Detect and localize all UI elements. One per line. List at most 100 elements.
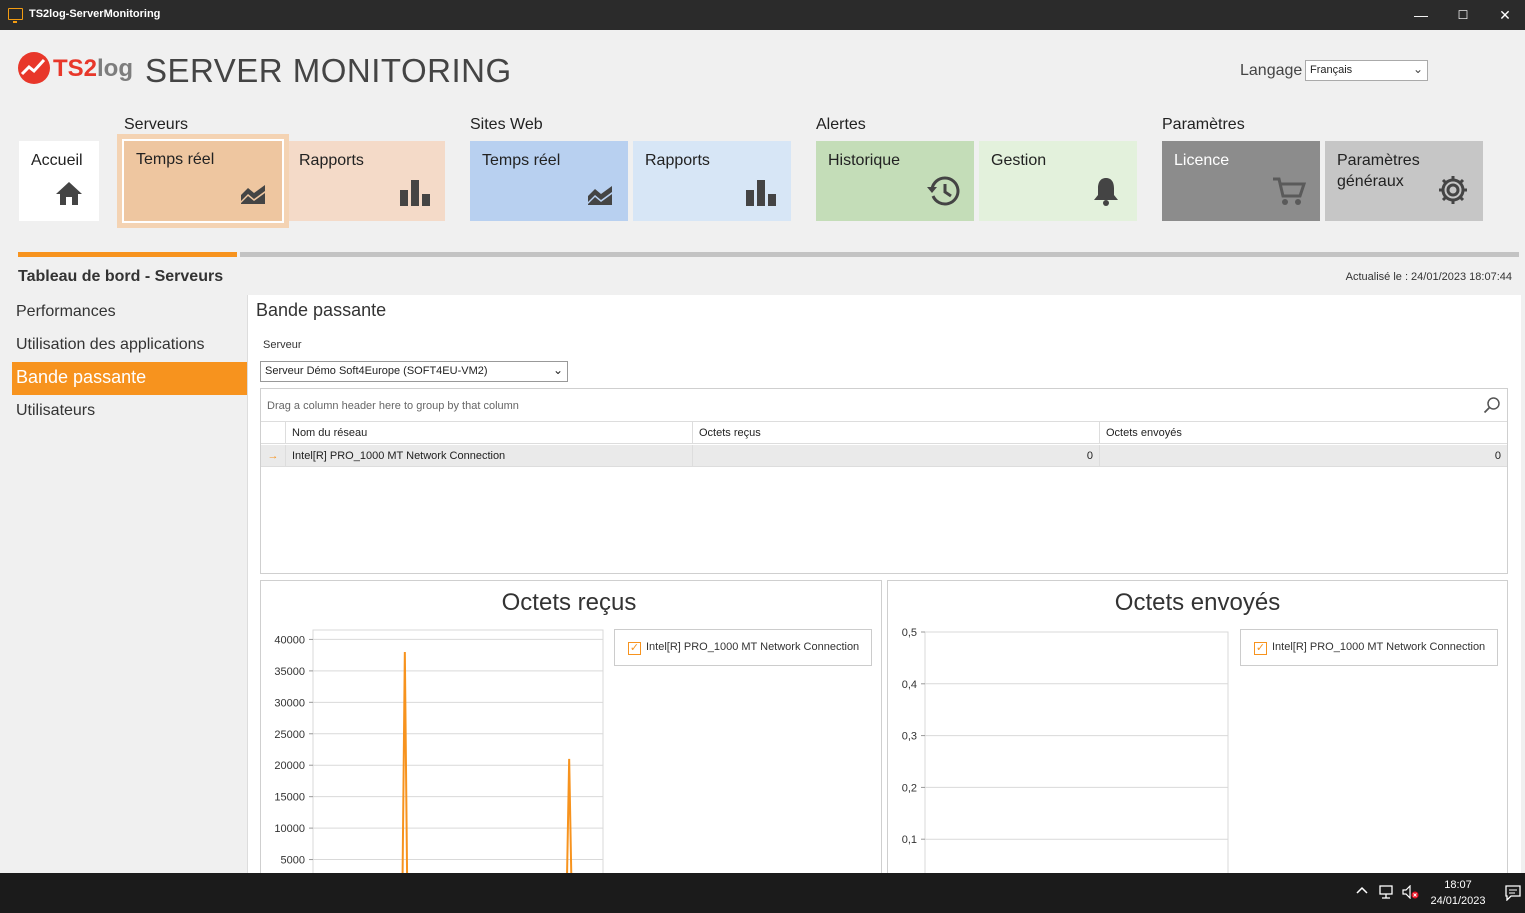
chevron-up-icon[interactable] <box>1356 883 1368 900</box>
column-header-octets-recus[interactable]: Octets reçus <box>693 422 1100 444</box>
y-tick-label: 15000 <box>274 792 305 804</box>
realtime-chart-icon <box>239 183 267 210</box>
taskbar-clock[interactable]: 18:07 24/01/2023 <box>1425 877 1491 909</box>
dashboard-title: Tableau de bord - Serveurs <box>18 268 224 285</box>
column-header-octets-envoyes[interactable]: Octets envoyés <box>1100 422 1507 444</box>
group-label-alertes: Alertes <box>816 116 866 133</box>
legend-series-label: Intel[R] PRO_1000 MT Network Connection <box>646 641 860 653</box>
tile-label: Temps réel <box>482 152 561 169</box>
sidenav-item-utilisation-applications[interactable]: Utilisation des applications <box>12 331 247 363</box>
close-button[interactable]: ✕ <box>1495 6 1515 24</box>
grid-header: Nom du réseau Octets reçus Octets envoyé… <box>261 422 1507 444</box>
table-row[interactable]: → Intel[R] PRO_1000 MT Network Connectio… <box>261 445 1507 467</box>
chevron-down-icon: ⌄ <box>552 363 563 377</box>
cart-icon <box>1272 176 1307 211</box>
chart-panel-octets-envoyes: Octets envoyés 00,10,20,30,40,516:0017:0… <box>887 580 1508 913</box>
minimize-button[interactable]: — <box>1411 6 1431 24</box>
history-icon <box>926 176 960 211</box>
sidenav-item-performances[interactable]: Performances <box>12 298 247 330</box>
taskbar-time: 18:07 <box>1444 879 1472 891</box>
group-label-parametres: Paramètres <box>1162 116 1245 133</box>
title-bar: TS2log-ServerMonitoring — ☐ ✕ <box>0 0 1525 30</box>
language-select[interactable]: Français ⌄ <box>1305 60 1428 81</box>
logo-circle-icon <box>18 52 50 84</box>
legend-series-label: Intel[R] PRO_1000 MT Network Connection <box>1272 641 1486 653</box>
search-icon[interactable] <box>1483 396 1501 414</box>
cell-octets-recus[interactable]: 0 <box>693 445 1100 467</box>
tab-active-indicator <box>18 252 237 257</box>
legend-checkbox-icon[interactable]: ✓ <box>1254 642 1267 655</box>
tile-serveurs-temps-reel[interactable]: Temps réel <box>117 134 289 228</box>
y-tick-label: 25000 <box>274 729 305 741</box>
tile-parametres-generaux[interactable]: Paramètres généraux <box>1325 141 1483 221</box>
tile-licence[interactable]: Licence <box>1162 141 1320 221</box>
chart-legend[interactable]: ✓ Intel[R] PRO_1000 MT Network Connectio… <box>614 629 872 666</box>
y-tick-label: 0,1 <box>902 834 917 846</box>
group-label-sites-web: Sites Web <box>470 116 543 133</box>
window-title: TS2log-ServerMonitoring <box>29 8 161 20</box>
server-value: Serveur Démo Soft4Europe (SOFT4EU-VM2) <box>265 365 488 377</box>
notification-icon[interactable] <box>1505 885 1523 904</box>
content-title: Bande passante <box>256 300 387 320</box>
y-tick-label: 30000 <box>274 697 305 709</box>
tile-label: Gestion <box>991 152 1047 169</box>
language-label: Langage <box>1240 62 1303 79</box>
y-tick-label: 35000 <box>274 666 305 678</box>
y-tick-label: 20000 <box>274 760 305 772</box>
row-indicator-icon: → <box>261 445 286 467</box>
realtime-chart-icon <box>586 184 614 211</box>
group-label-serveurs: Serveurs <box>124 116 189 133</box>
tile-label: Paramètres généraux <box>1337 152 1420 190</box>
tile-label: Temps réel <box>136 151 215 168</box>
series-line <box>313 652 620 892</box>
y-tick-label: 40000 <box>274 634 305 646</box>
tile-label: Licence <box>1174 152 1230 169</box>
taskbar-date: 24/01/2023 <box>1430 895 1486 907</box>
home-icon <box>54 180 84 211</box>
chart-legend[interactable]: ✓ Intel[R] PRO_1000 MT Network Connectio… <box>1240 629 1498 666</box>
group-panel[interactable]: Drag a column header here to group by th… <box>261 389 1507 422</box>
tab-bar <box>18 252 1519 257</box>
y-tick-label: 0,3 <box>902 731 917 743</box>
sidenav-item-utilisateurs[interactable]: Utilisateurs <box>12 397 247 429</box>
sidenav-item-bande-passante[interactable]: Bande passante <box>12 362 247 395</box>
y-tick-label: 0,4 <box>902 679 917 691</box>
y-tick-label: 10000 <box>274 823 305 835</box>
gear-icon <box>1437 174 1469 211</box>
volume-muted-icon[interactable] <box>1402 884 1420 902</box>
bar-chart-icon <box>745 178 777 211</box>
network-icon[interactable] <box>1379 885 1395 902</box>
taskbar: 18:07 24/01/2023 <box>0 873 1525 913</box>
tile-alertes-gestion[interactable]: Gestion <box>979 141 1137 221</box>
y-tick-label: 0,5 <box>902 627 917 639</box>
tile-serveurs-rapports[interactable]: Rapports <box>289 141 445 221</box>
tile-label: Accueil <box>31 152 83 169</box>
legend-checkbox-icon[interactable]: ✓ <box>628 642 641 655</box>
logo-text-ts2: TS2 <box>53 55 98 82</box>
tile-sites-rapports[interactable]: Rapports <box>633 141 791 221</box>
chart-panel-octets-recus: Octets reçus 050001000015000200002500030… <box>260 580 882 913</box>
tile-label: Rapports <box>299 152 364 169</box>
plot-area <box>924 631 1229 892</box>
last-updated: Actualisé le : 24/01/2023 18:07:44 <box>1345 271 1512 283</box>
language-value: Français <box>1310 64 1353 76</box>
network-grid: Drag a column header here to group by th… <box>260 388 1508 574</box>
tile-alertes-historique[interactable]: Historique <box>816 141 974 221</box>
y-tick-label: 0,2 <box>902 782 917 794</box>
server-label: Serveur <box>263 339 302 351</box>
bell-icon <box>1093 176 1119 211</box>
tile-sites-temps-reel[interactable]: Temps réel <box>470 141 628 221</box>
app-title: SERVER MONITORING <box>145 52 512 89</box>
server-select[interactable]: Serveur Démo Soft4Europe (SOFT4EU-VM2) ⌄ <box>260 361 568 382</box>
app-icon <box>8 8 23 23</box>
plot-area <box>312 629 604 892</box>
tile-label: Historique <box>828 152 901 169</box>
cell-octets-envoyes[interactable]: 0 <box>1100 445 1507 467</box>
logo-text-log: log <box>97 55 134 82</box>
bar-chart-icon <box>399 178 431 211</box>
cell-network-name[interactable]: Intel[R] PRO_1000 MT Network Connection <box>286 445 693 467</box>
column-header-nom-reseau[interactable]: Nom du réseau <box>286 422 693 444</box>
tile-accueil[interactable]: Accueil <box>19 141 99 221</box>
maximize-button[interactable]: ☐ <box>1453 6 1473 24</box>
chevron-down-icon: ⌄ <box>1412 62 1423 76</box>
